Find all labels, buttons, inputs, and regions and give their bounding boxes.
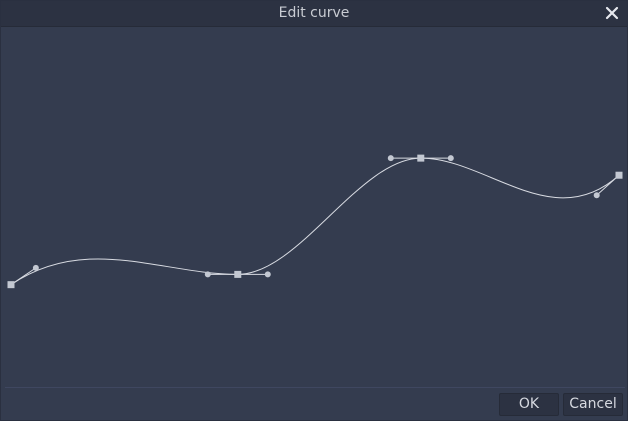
close-button[interactable] (603, 4, 621, 22)
curve-editor[interactable] (5, 27, 627, 385)
tangent-handle-right[interactable] (264, 271, 271, 278)
tangent-handle-right[interactable] (32, 264, 39, 271)
curve-canvas[interactable] (5, 27, 627, 385)
cancel-button[interactable]: Cancel (563, 393, 623, 416)
tangent-handle-right[interactable] (447, 155, 454, 162)
footer-divider (5, 387, 625, 388)
curve-point[interactable] (7, 281, 15, 289)
tangent-handle-left[interactable] (387, 155, 394, 162)
close-icon (605, 6, 619, 20)
curve-point[interactable] (615, 171, 623, 179)
curve-line (10, 157, 620, 286)
edit-curve-dialog: Edit curve OK Cancel (0, 0, 628, 421)
tangent-handle-left[interactable] (204, 271, 211, 278)
curve-point[interactable] (417, 154, 425, 162)
tangent-handle-left[interactable] (593, 192, 600, 199)
ok-button[interactable]: OK (499, 393, 559, 416)
tangent-line-right (10, 267, 37, 286)
dialog-title: Edit curve (278, 5, 350, 21)
curve-point[interactable] (234, 270, 242, 278)
titlebar: Edit curve (1, 1, 627, 27)
